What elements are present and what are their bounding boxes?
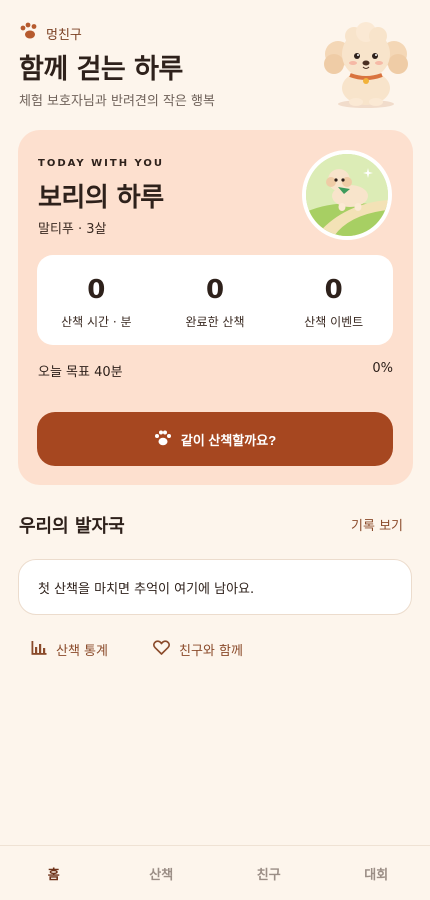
stats-summary: 0 산책 시간 · 분 0 완료한 산책 0 산책 이벤트 (37, 255, 393, 345)
walk-stats-label: 산책 통계 (56, 644, 108, 659)
header: 멍친구 함께 걷는 하루 체험 보호자님과 반려견의 작은 행복 (0, 0, 430, 125)
stat-label: 산책 이벤트 (304, 315, 364, 329)
brand: 멍친구 (19, 22, 82, 44)
stat-completed-walks: 0 완료한 산책 (156, 255, 275, 345)
stat-value: 0 (324, 275, 343, 305)
puppy-mascot-image (320, 20, 412, 110)
nav-walk[interactable]: 산책 (108, 846, 216, 900)
stat-value: 0 (87, 275, 106, 305)
nav-friends[interactable]: 친구 (215, 846, 323, 900)
daily-goal-label: 오늘 목표 40분 (38, 365, 123, 380)
stat-label: 완료한 산책 (185, 315, 245, 329)
paw-icon (154, 430, 172, 449)
nav-contest[interactable]: 대회 (323, 846, 430, 900)
start-walk-label: 같이 산책할까요? (180, 432, 277, 448)
page-title: 함께 걷는 하루 (19, 54, 183, 85)
today-eyebrow: TODAY WITH YOU (38, 158, 165, 169)
walk-stats-link[interactable]: 산책 통계 (31, 640, 108, 659)
heart-icon (153, 640, 170, 659)
footprints-title: 우리의 발자국 (19, 516, 125, 537)
bar-chart-icon (31, 640, 47, 659)
nav-home[interactable]: 홈 (0, 846, 108, 900)
start-walk-button[interactable]: 같이 산책할까요? (37, 412, 393, 466)
bottom-nav: 홈 산책 친구 대회 (0, 845, 430, 900)
pet-breed-age: 말티푸 · 3살 (38, 222, 107, 237)
pet-day-title: 보리의 하루 (38, 183, 164, 213)
today-card: TODAY WITH YOU 보리의 하루 말티푸 · 3살 0 산책 시간 ·… (18, 130, 413, 485)
pet-avatar[interactable] (302, 150, 392, 240)
stat-value: 0 (205, 275, 225, 305)
paw-logo-icon (19, 22, 39, 44)
view-records-link[interactable]: 기록 보기 (351, 515, 403, 534)
empty-state-text: 첫 산책을 마치면 추억이 여기에 남아요. (38, 581, 255, 597)
with-friends-label: 친구와 함께 (179, 644, 243, 659)
page-subtitle: 체험 보호자님과 반려견의 작은 행복 (19, 94, 215, 109)
with-friends-link[interactable]: 친구와 함께 (153, 640, 243, 659)
stat-walk-minutes: 0 산책 시간 · 분 (37, 255, 156, 345)
stat-label: 산책 시간 · 분 (61, 315, 132, 329)
footprints-empty-state: 첫 산책을 마치면 추억이 여기에 남아요. (18, 559, 412, 615)
daily-goal-percent: 0% (372, 361, 393, 376)
brand-label: 멍친구 (46, 27, 82, 43)
stat-walk-events: 0 산책 이벤트 (274, 255, 393, 345)
